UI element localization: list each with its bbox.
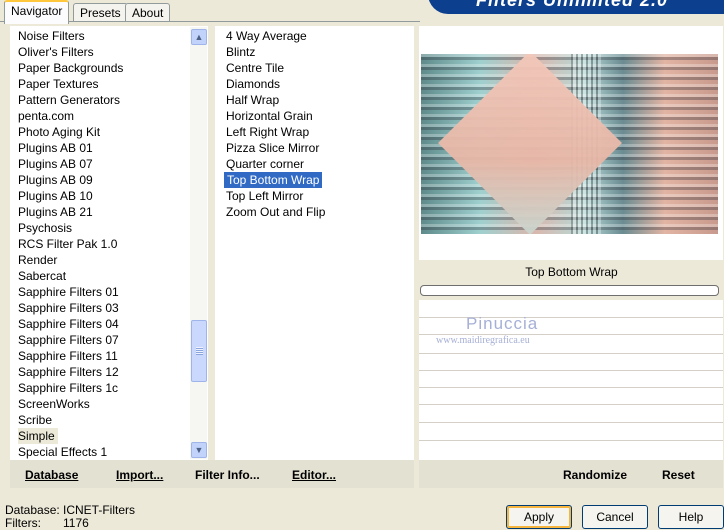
category-item[interactable]: Plugins AB 01	[18, 140, 93, 156]
param-row-divider	[419, 440, 723, 441]
grip-icon	[196, 347, 203, 355]
category-item[interactable]: Oliver's Filters	[18, 44, 94, 60]
apply-button[interactable]: Apply	[506, 505, 572, 529]
filter-item[interactable]: Top Left Mirror	[226, 188, 303, 204]
import-button-label: Import...	[116, 468, 164, 482]
param-row-divider	[419, 422, 723, 423]
filter-list[interactable]: 4 Way Average Blintz Centre Tile Diamonds Ha…	[215, 26, 414, 460]
category-scrollbar[interactable]: ▲ ▼	[190, 27, 207, 459]
category-item[interactable]: Psychosis	[18, 220, 72, 236]
category-item[interactable]: Render	[18, 252, 57, 268]
filter-item[interactable]: Pizza Slice Mirror	[226, 140, 319, 156]
category-item[interactable]: Sapphire Filters 1c	[18, 380, 118, 396]
category-item[interactable]: Scribe	[18, 412, 52, 428]
progress-bar	[420, 285, 719, 296]
selected-filter-title: Top Bottom Wrap	[525, 265, 618, 279]
category-item[interactable]: Sapphire Filters 01	[18, 284, 119, 300]
filter-item[interactable]: Centre Tile	[226, 60, 284, 76]
category-item[interactable]: Special Effects 1	[18, 444, 107, 460]
category-item[interactable]: Plugins AB 07	[18, 156, 93, 172]
category-item[interactable]: Noise Filters	[18, 28, 85, 44]
category-item[interactable]: Sapphire Filters 12	[18, 364, 119, 380]
category-item[interactable]: Plugins AB 09	[18, 172, 93, 188]
category-item[interactable]: Plugins AB 10	[18, 188, 93, 204]
param-row-divider	[419, 317, 723, 318]
param-row-divider	[419, 404, 723, 405]
preview-image	[421, 54, 718, 234]
database-label: Database:	[5, 503, 60, 517]
tab-navigator[interactable]: Navigator	[4, 0, 70, 24]
filter-item[interactable]: Left Right Wrap	[226, 124, 309, 140]
category-item[interactable]: Sapphire Filters 11	[18, 348, 118, 364]
watermark-name: Pinuccia	[466, 314, 539, 333]
filter-item[interactable]: Horizontal Grain	[226, 108, 313, 124]
brand-title: Filters Unlimited 2.0	[476, 0, 669, 10]
category-item[interactable]: Pattern Generators	[18, 92, 120, 108]
filters-count-label: Filters:	[5, 516, 41, 530]
filter-info-button[interactable]: Filter Info...	[195, 468, 260, 482]
category-item[interactable]: Sapphire Filters 04	[18, 316, 119, 332]
cancel-button[interactable]: Cancel	[582, 505, 648, 529]
category-item[interactable]: Sapphire Filters 07	[18, 332, 119, 348]
database-value: ICNET-Filters	[63, 503, 135, 517]
tab-about[interactable]: About	[125, 3, 171, 22]
database-button-label: Database	[25, 468, 79, 482]
category-item[interactable]: Plugins AB 21	[18, 204, 93, 220]
editor-button-label: Editor...	[292, 468, 337, 482]
category-item[interactable]: ScreenWorks	[18, 396, 90, 412]
list-button-bar: Database Import... Filter Info... Editor…	[10, 460, 414, 488]
category-item[interactable]: Paper Backgrounds	[18, 60, 123, 76]
help-button[interactable]: Help	[658, 505, 724, 529]
watermark-url: www.maidiregrafica.eu	[436, 335, 530, 346]
category-item[interactable]: Photo Aging Kit	[18, 124, 100, 140]
category-item[interactable]: Sapphire Filters 03	[18, 300, 119, 316]
filter-item[interactable]: Blintz	[226, 44, 255, 60]
param-row-divider	[419, 387, 723, 388]
preview-button-bar: Randomize Reset	[419, 460, 723, 488]
brand-banner: Filters Unlimited 2.0	[428, 0, 724, 14]
category-item[interactable]: Simple	[18, 428, 58, 444]
tab-presets[interactable]: Presets	[73, 3, 128, 22]
database-button[interactable]: Database	[25, 468, 78, 482]
filter-item[interactable]: Quarter corner	[226, 156, 304, 172]
reset-button[interactable]: Reset	[662, 468, 695, 482]
category-item[interactable]: Paper Textures	[18, 76, 99, 92]
category-item[interactable]: penta.com	[18, 108, 74, 124]
parameters-area: Pinuccia www.maidiregrafica.eu	[419, 300, 723, 460]
randomize-button[interactable]: Randomize	[563, 468, 627, 482]
param-row-divider	[419, 353, 723, 354]
category-list[interactable]: Noise Filters Oliver's Filters Paper Backg…	[10, 26, 208, 460]
filter-item[interactable]: Diamonds	[226, 76, 280, 92]
filter-item[interactable]: 4 Way Average	[226, 28, 307, 44]
arrow-down-icon[interactable]: ▼	[191, 442, 207, 458]
import-button[interactable]: Import...	[116, 468, 163, 482]
scrollbar-thumb[interactable]	[191, 320, 207, 382]
filter-item[interactable]: Zoom Out and Flip	[226, 204, 325, 220]
filter-item[interactable]: Half Wrap	[226, 92, 279, 108]
category-item[interactable]: RCS Filter Pak 1.0	[18, 236, 117, 252]
editor-button[interactable]: Editor...	[292, 468, 336, 482]
arrow-up-icon[interactable]: ▲	[191, 29, 207, 45]
filters-count-value: 1176	[63, 516, 89, 530]
param-row-divider	[419, 370, 723, 371]
preview-panel	[419, 26, 723, 260]
filter-item[interactable]: Top Bottom Wrap	[224, 172, 323, 188]
category-item[interactable]: Sabercat	[18, 268, 66, 284]
